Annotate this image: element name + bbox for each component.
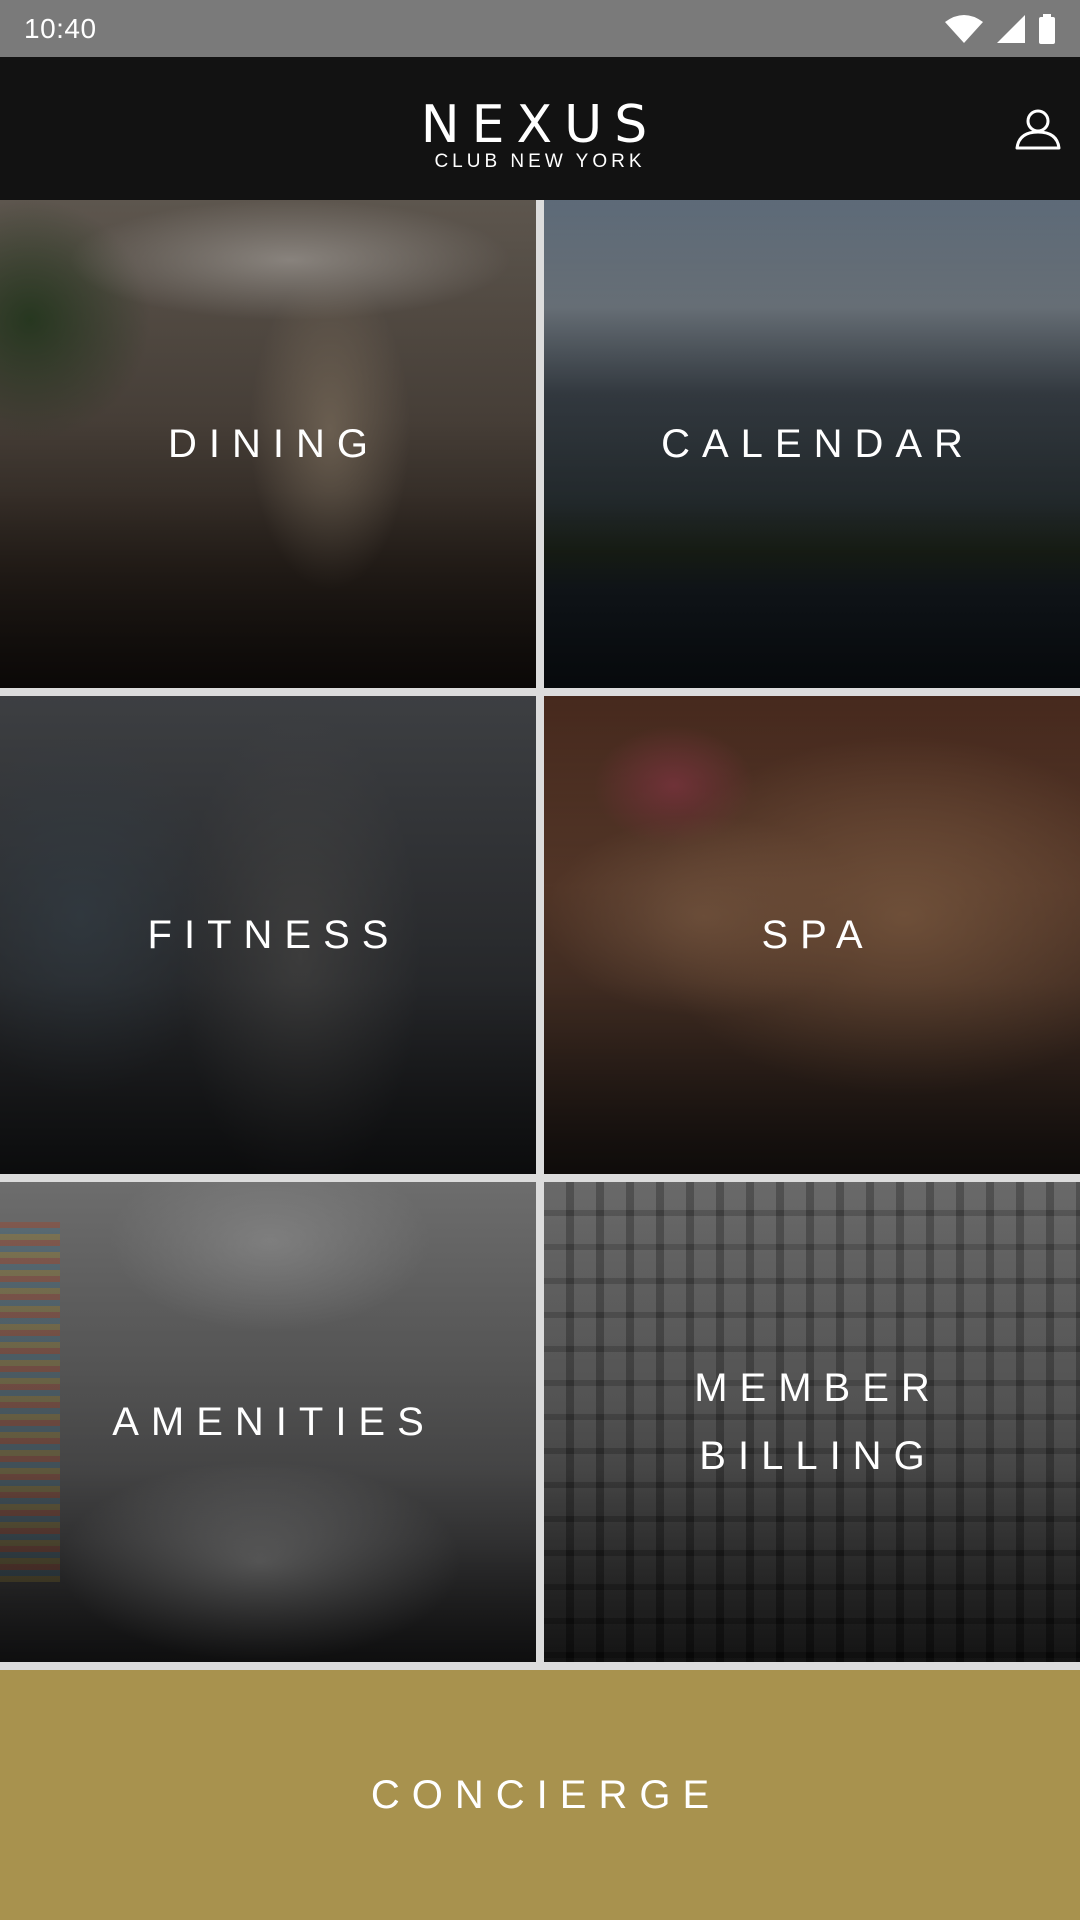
- wifi-icon: [944, 14, 984, 44]
- tile-label-dining: DINING: [168, 422, 380, 466]
- tile-fitness[interactable]: FITNESS: [0, 696, 536, 1174]
- logo-mark: NEXUS: [420, 95, 660, 155]
- tile-label-calendar: CALENDAR: [661, 422, 975, 466]
- tile-spa[interactable]: SPA: [544, 696, 1080, 1174]
- battery-icon: [1038, 13, 1056, 44]
- app-header: NEXUS CLUB NEW YORK: [0, 57, 1080, 200]
- status-time: 10:40: [24, 12, 97, 44]
- tile-dining[interactable]: DINING: [0, 200, 536, 688]
- tile-label-fitness: FITNESS: [147, 913, 401, 957]
- tile-member-billing[interactable]: MEMBER BILLING: [544, 1182, 1080, 1662]
- logo-subtitle: CLUB NEW YORK: [434, 151, 646, 172]
- profile-button[interactable]: [1014, 105, 1062, 153]
- cell-signal-icon: [996, 14, 1026, 44]
- tile-label-spa: SPA: [761, 913, 875, 957]
- concierge-label: CONCIERGE: [370, 1772, 722, 1817]
- tile-amenities[interactable]: AMENITIES: [0, 1182, 536, 1662]
- status-bar: 10:40: [0, 0, 1080, 57]
- status-icons: [944, 13, 1056, 44]
- tile-label-member-billing: MEMBER BILLING: [694, 1366, 942, 1478]
- user-profile-icon: [1015, 109, 1061, 150]
- tile-label-amenities: AMENITIES: [112, 1400, 436, 1444]
- nexus-logo: NEXUS CLUB NEW YORK: [421, 99, 659, 173]
- tile-calendar[interactable]: CALENDAR: [544, 200, 1080, 688]
- concierge-button[interactable]: CONCIERGE: [0, 1670, 1080, 1920]
